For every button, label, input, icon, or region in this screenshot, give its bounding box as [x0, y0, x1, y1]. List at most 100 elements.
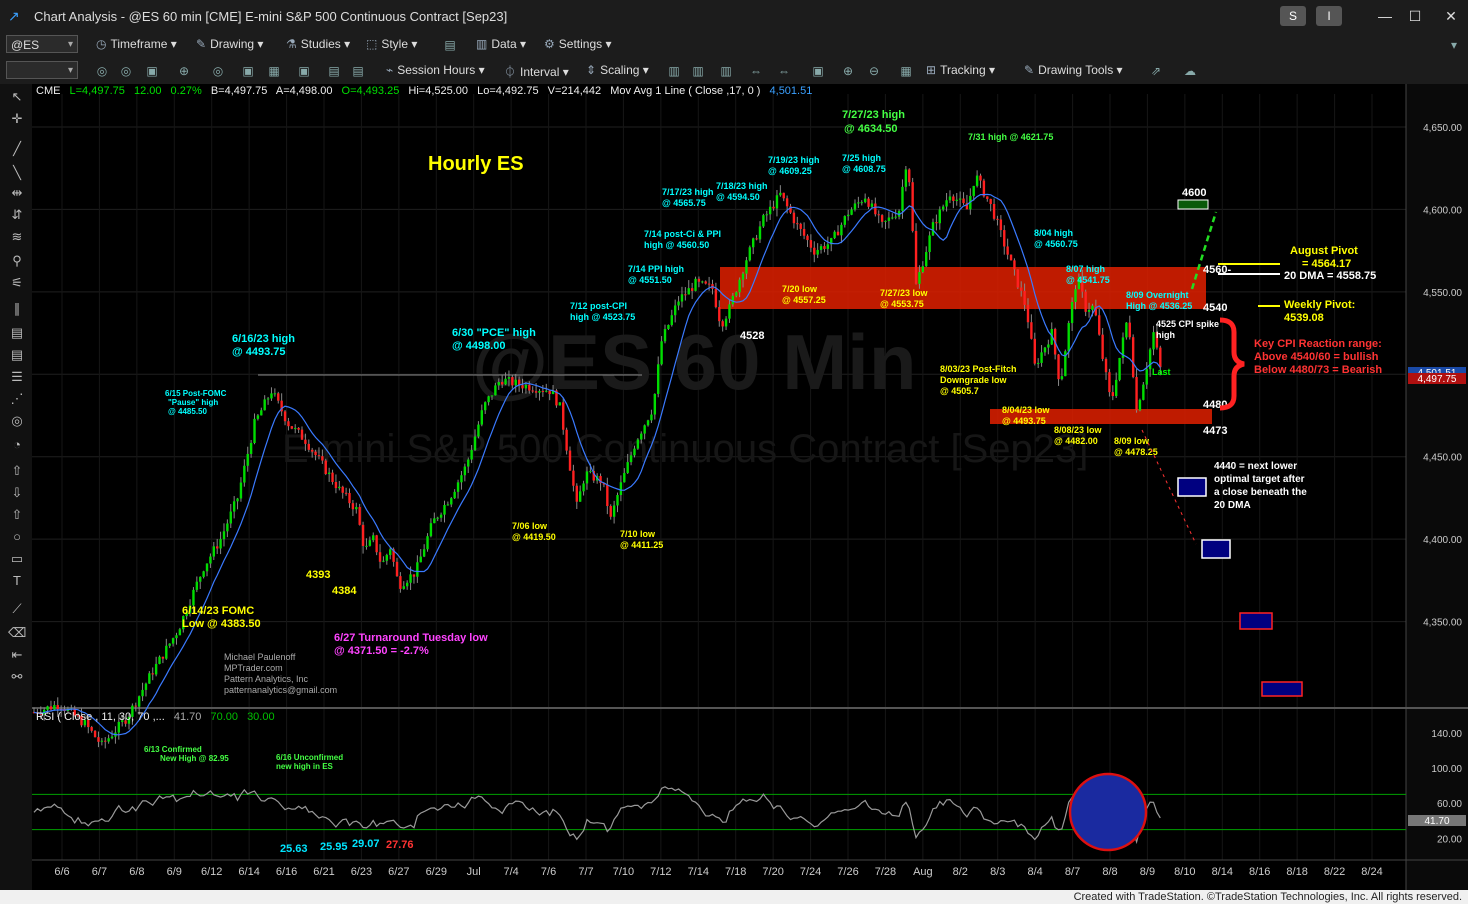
- fib-icon[interactable]: ⚲: [8, 252, 26, 270]
- rectangle-icon[interactable]: ▭: [8, 550, 26, 568]
- reload-icon[interactable]: ◎: [118, 63, 134, 79]
- price-tick-label: 4,550.00: [1423, 288, 1462, 299]
- toggle-a-icon[interactable]: ▤: [326, 63, 342, 79]
- grid-toggle-icon[interactable]: ▦: [898, 63, 914, 79]
- text-tool-icon[interactable]: T: [8, 572, 26, 590]
- ellipse-icon[interactable]: ○: [8, 528, 26, 546]
- image-icon[interactable]: ▣: [240, 63, 256, 79]
- arrow-down-icon[interactable]: ⇩: [8, 484, 26, 502]
- symbol-input[interactable]: @ES: [6, 35, 78, 54]
- data-menu[interactable]: ▥ Data ▾: [476, 37, 526, 51]
- retracement-icon[interactable]: ▤: [8, 324, 26, 342]
- scaling-menu[interactable]: ⇕ Scaling ▾: [586, 63, 649, 77]
- chart-area[interactable]: @ES 60 Min E-mini S&P 500 Continuous Con…: [32, 84, 1468, 890]
- speed-lines-icon[interactable]: ⋰: [8, 390, 26, 408]
- ray-icon[interactable]: ╲: [8, 164, 26, 182]
- line-icon[interactable]: ▥: [718, 63, 734, 79]
- arrow-marker-icon[interactable]: ⇧: [8, 506, 26, 524]
- zoom-out-icon[interactable]: ⊖: [866, 63, 882, 79]
- pointer-icon[interactable]: ↖: [8, 88, 26, 106]
- symbol-link-i-button[interactable]: I: [1316, 6, 1342, 26]
- grid-icon[interactable]: ▦: [266, 63, 282, 79]
- collapse-icon[interactable]: ⇤: [8, 646, 26, 664]
- pan-icon[interactable]: ▣: [810, 63, 826, 79]
- candles-icon[interactable]: ▥: [690, 63, 706, 79]
- drawing-label: Drawing: [210, 37, 255, 51]
- extension-icon[interactable]: ▤: [8, 346, 26, 364]
- interval-menu[interactable]: ⏀ Interval ▾: [504, 63, 569, 80]
- zoom-in-icon[interactable]: ⊕: [840, 63, 856, 79]
- candle-body: [1084, 291, 1087, 312]
- timeframe-menu[interactable]: ◷ Timeframe ▾: [96, 37, 177, 51]
- compress-icon[interactable]: ⇔: [776, 63, 792, 79]
- cloud-icon[interactable]: ☁: [1182, 63, 1198, 79]
- candle-body: [297, 427, 300, 430]
- lock-tools-icon[interactable]: ⚯: [8, 668, 26, 686]
- ann-4440-sub: optimal target after: [1214, 474, 1305, 485]
- candle-body: [395, 561, 399, 577]
- candle-body: [151, 673, 154, 675]
- style-label: Style: [381, 37, 409, 51]
- candle-body: [694, 278, 697, 291]
- export-icon[interactable]: ⇗: [1148, 63, 1164, 79]
- session-hours-menu[interactable]: ⌁ Session Hours ▾: [386, 63, 485, 77]
- settings-menu[interactable]: ⚙ Settings ▾: [544, 37, 611, 51]
- trendline-icon[interactable]: ╱: [8, 140, 26, 158]
- symbol-link-s-button[interactable]: S: [1280, 6, 1306, 26]
- window-icon[interactable]: ▣: [144, 63, 160, 79]
- ann-706: 7/06 low: [512, 521, 548, 531]
- status-exchange: CME: [36, 85, 60, 97]
- toggle-b-icon[interactable]: ▤: [350, 63, 366, 79]
- timeframe-label: Timeframe: [110, 37, 168, 51]
- time-tick-label: Aug: [913, 866, 933, 878]
- credit-site: MPTrader.com: [224, 663, 283, 673]
- interval-combo[interactable]: [6, 61, 78, 80]
- status-last: L=4,497.75: [70, 85, 125, 97]
- zoom-window-icon[interactable]: ⊕: [176, 63, 192, 79]
- toolbar-overflow-icon[interactable]: ▾: [1446, 37, 1462, 53]
- candle-body: [389, 549, 392, 556]
- vertical-line-icon[interactable]: ⇵: [8, 206, 26, 224]
- price-tick-label: 4,650.00: [1423, 123, 1462, 134]
- ann-cpi-range: Key CPI Reaction range:: [1254, 338, 1382, 350]
- candle-body: [175, 635, 178, 639]
- levels-icon[interactable]: ☰: [8, 368, 26, 386]
- measure-icon[interactable]: ⟋: [8, 600, 26, 618]
- candle-body: [446, 504, 450, 506]
- candle-body: [439, 514, 443, 518]
- candle-body: [840, 224, 843, 236]
- gann-icon[interactable]: ⚟: [8, 274, 26, 292]
- candle-body: [154, 663, 158, 675]
- arc-icon[interactable]: ◔: [8, 436, 26, 454]
- channel-icon[interactable]: ≋: [8, 228, 26, 246]
- candle-body: [718, 307, 721, 322]
- minimize-icon[interactable]: —: [1374, 6, 1396, 26]
- bar-tool-icon[interactable]: ∥: [8, 300, 26, 318]
- drawing-menu[interactable]: ✎ Drawing ▾: [196, 37, 263, 51]
- refresh-icon[interactable]: ◎: [94, 63, 110, 79]
- drawing-tools-menu[interactable]: ✎ Drawing Tools ▾: [1024, 63, 1123, 77]
- eraser-icon[interactable]: ⌫: [8, 624, 26, 642]
- maximize-icon[interactable]: ☐: [1404, 6, 1426, 26]
- crosshair-icon[interactable]: ✛: [8, 110, 26, 128]
- candle-body: [948, 196, 952, 201]
- style-menu[interactable]: ⬚ Style ▾: [366, 37, 417, 51]
- expand-icon[interactable]: ⇔: [748, 63, 764, 79]
- candle-body: [484, 402, 487, 411]
- arrow-up-icon[interactable]: ⇧: [8, 462, 26, 480]
- candle-body: [266, 398, 270, 400]
- layout-icon[interactable]: ▤: [442, 37, 458, 53]
- candle-body: [1009, 254, 1013, 261]
- camera-icon[interactable]: ▣: [296, 63, 312, 79]
- bars-icon[interactable]: ▥: [666, 63, 682, 79]
- candle-body: [243, 465, 246, 483]
- circle-tool-icon[interactable]: ◎: [8, 412, 26, 430]
- studies-menu[interactable]: ⚗ Studies ▾: [286, 37, 350, 51]
- candle-body: [53, 705, 56, 710]
- candle-body: [609, 506, 612, 517]
- candle-body: [891, 217, 894, 219]
- link-icon[interactable]: ◎: [210, 63, 226, 79]
- horizontal-line-icon[interactable]: ⇹: [8, 184, 26, 202]
- close-icon[interactable]: ✕: [1440, 6, 1462, 26]
- tracking-menu[interactable]: ⊞ Tracking ▾: [926, 63, 995, 77]
